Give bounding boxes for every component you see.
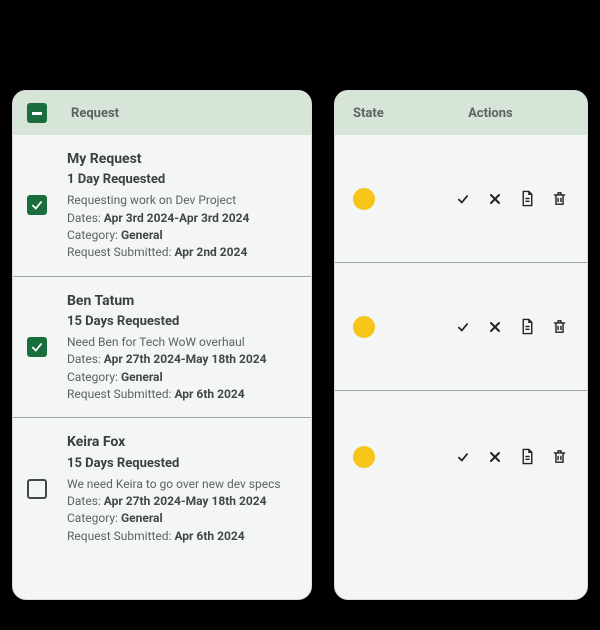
state-actions-row bbox=[335, 263, 587, 391]
approve-button[interactable] bbox=[453, 189, 473, 209]
request-category: Category: General bbox=[67, 369, 297, 386]
request-description: Need Ben for Tech WoW overhaul bbox=[67, 334, 297, 351]
category-value: General bbox=[121, 228, 163, 242]
request-info: Keira Fox 15 Days Requested We need Keira … bbox=[67, 432, 297, 545]
check-icon bbox=[456, 450, 470, 464]
request-row: Ben Tatum 15 Days Requested Need Ben for T… bbox=[13, 277, 311, 419]
state-actions-row bbox=[335, 135, 587, 263]
trash-icon bbox=[551, 190, 568, 207]
request-title: Keira Fox bbox=[67, 432, 297, 452]
row-checkbox[interactable] bbox=[27, 195, 47, 215]
checkbox-col bbox=[27, 432, 67, 545]
detail-button[interactable] bbox=[517, 447, 537, 467]
close-icon bbox=[487, 449, 503, 465]
request-description: Requesting work on Dev Project bbox=[67, 192, 297, 209]
request-days: 1 Day Requested bbox=[67, 171, 297, 190]
approve-button[interactable] bbox=[453, 317, 473, 337]
category-value: General bbox=[121, 370, 163, 384]
reject-button[interactable] bbox=[485, 447, 505, 467]
row-checkbox[interactable] bbox=[27, 479, 47, 499]
close-icon bbox=[487, 319, 503, 335]
checkbox-col bbox=[27, 291, 67, 404]
document-icon bbox=[519, 190, 536, 207]
reject-button[interactable] bbox=[485, 189, 505, 209]
request-panel-header: Request bbox=[13, 91, 311, 135]
submitted-prefix: Request Submitted: bbox=[67, 529, 174, 543]
request-row: My Request 1 Day Requested Requesting work… bbox=[13, 135, 311, 277]
checkbox-col bbox=[27, 149, 67, 262]
document-icon bbox=[519, 448, 536, 465]
request-dates: Dates: Apr 27th 2024-May 18th 2024 bbox=[67, 493, 297, 510]
minus-icon bbox=[32, 112, 42, 115]
category-value: General bbox=[121, 511, 163, 525]
trash-icon bbox=[551, 448, 568, 465]
category-prefix: Category: bbox=[67, 228, 121, 242]
check-icon bbox=[456, 320, 470, 334]
actions-group bbox=[453, 189, 569, 209]
submitted-prefix: Request Submitted: bbox=[67, 245, 174, 259]
trash-icon bbox=[551, 318, 568, 335]
request-info: Ben Tatum 15 Days Requested Need Ben for T… bbox=[67, 291, 297, 404]
state-header-label: State bbox=[353, 106, 384, 121]
dates-prefix: Dates: bbox=[67, 352, 104, 366]
request-dates: Dates: Apr 27th 2024-May 18th 2024 bbox=[67, 351, 297, 368]
state-indicator bbox=[353, 188, 375, 210]
category-prefix: Category: bbox=[67, 511, 121, 525]
approve-button[interactable] bbox=[453, 447, 473, 467]
request-row: Keira Fox 15 Days Requested We need Keira … bbox=[13, 418, 311, 559]
delete-button[interactable] bbox=[549, 447, 569, 467]
request-title: My Request bbox=[67, 149, 297, 169]
delete-button[interactable] bbox=[549, 317, 569, 337]
submitted-value: Apr 6th 2024 bbox=[174, 387, 244, 401]
close-icon bbox=[487, 191, 503, 207]
category-prefix: Category: bbox=[67, 370, 121, 384]
detail-button[interactable] bbox=[517, 317, 537, 337]
state-actions-header: State Actions bbox=[335, 91, 587, 135]
request-days: 15 Days Requested bbox=[67, 455, 297, 474]
request-category: Category: General bbox=[67, 510, 297, 527]
request-submitted: Request Submitted: Apr 6th 2024 bbox=[67, 528, 297, 545]
submitted-prefix: Request Submitted: bbox=[67, 387, 174, 401]
request-submitted: Request Submitted: Apr 2nd 2024 bbox=[67, 244, 297, 261]
check-icon bbox=[456, 192, 470, 206]
actions-header-label: Actions bbox=[414, 106, 567, 121]
delete-button[interactable] bbox=[549, 189, 569, 209]
request-dates: Dates: Apr 3rd 2024-Apr 3rd 2024 bbox=[67, 210, 297, 227]
submitted-value: Apr 2nd 2024 bbox=[174, 245, 247, 259]
request-panel: Request My Request 1 Day Requested Request… bbox=[12, 90, 312, 600]
dates-value: Apr 27th 2024-May 18th 2024 bbox=[104, 352, 267, 366]
state-indicator bbox=[353, 446, 375, 468]
document-icon bbox=[519, 318, 536, 335]
request-days: 15 Days Requested bbox=[67, 313, 297, 332]
state-actions-panel: State Actions bbox=[334, 90, 588, 600]
dates-prefix: Dates: bbox=[67, 211, 104, 225]
request-submitted: Request Submitted: Apr 6th 2024 bbox=[67, 386, 297, 403]
state-actions-row bbox=[335, 391, 587, 522]
reject-button[interactable] bbox=[485, 317, 505, 337]
actions-group bbox=[453, 447, 569, 467]
request-category: Category: General bbox=[67, 227, 297, 244]
dates-value: Apr 27th 2024-May 18th 2024 bbox=[104, 494, 267, 508]
dates-value: Apr 3rd 2024-Apr 3rd 2024 bbox=[104, 211, 250, 225]
select-all-checkbox[interactable] bbox=[27, 103, 47, 123]
dates-prefix: Dates: bbox=[67, 494, 104, 508]
actions-group bbox=[453, 317, 569, 337]
request-header-label: Request bbox=[71, 106, 119, 121]
request-info: My Request 1 Day Requested Requesting work… bbox=[67, 149, 297, 262]
state-indicator bbox=[353, 316, 375, 338]
detail-button[interactable] bbox=[517, 189, 537, 209]
request-title: Ben Tatum bbox=[67, 291, 297, 311]
request-description: We need Keira to go over new dev specs bbox=[67, 476, 297, 493]
row-checkbox[interactable] bbox=[27, 337, 47, 357]
submitted-value: Apr 6th 2024 bbox=[174, 529, 244, 543]
